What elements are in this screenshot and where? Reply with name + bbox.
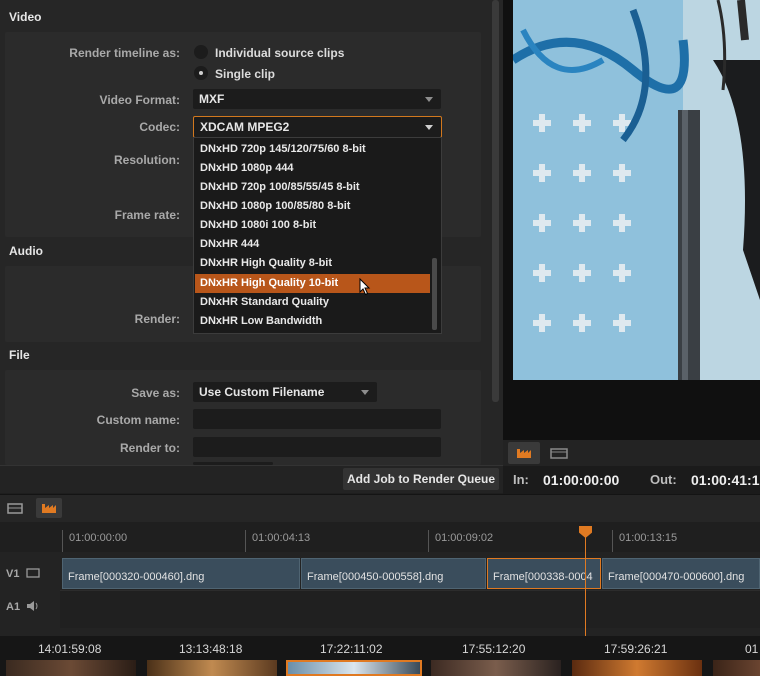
save-as-select[interactable]: Use Custom Filename: [193, 382, 377, 402]
codec-option[interactable]: DNxHR High Quality 8-bit: [195, 254, 430, 273]
clip-thumbnail[interactable]: [572, 660, 702, 676]
viewer-frame: [513, 0, 760, 380]
filmstrip-toggle[interactable]: [545, 442, 575, 464]
speaker-icon: [27, 601, 38, 611]
add-job-to-render-queue-button[interactable]: Add Job to Render Queue: [343, 468, 499, 490]
thumbnail-timecode: 17:55:12:20: [462, 642, 526, 656]
codec-label: Codec:: [139, 120, 180, 134]
timeline-clip[interactable]: Frame[000470-000600].dng: [602, 558, 760, 589]
codec-select[interactable]: XDCAM MPEG2: [193, 116, 442, 138]
video-section-header: Video: [9, 10, 42, 24]
render-to-field[interactable]: [193, 437, 441, 457]
out-timecode[interactable]: 01:00:41:1: [691, 472, 760, 488]
audio-track-label: A1: [6, 601, 21, 613]
clip-thumbnail[interactable]: [713, 660, 760, 676]
audio-track-lane[interactable]: [60, 590, 760, 628]
mouse-pointer-icon: [359, 278, 371, 296]
ruler-timecode: 01:00:09:02: [435, 532, 494, 544]
in-timecode[interactable]: 01:00:00:00: [543, 472, 619, 488]
ruler-timecode: 01:00:13:15: [619, 532, 678, 544]
render-to-label: Render to:: [120, 441, 180, 455]
clip-thumbnail[interactable]: [147, 660, 277, 676]
radio-single-clip-label[interactable]: Single clip: [215, 67, 275, 81]
factory-icon: [517, 449, 531, 458]
viewer-toolbar: [503, 440, 760, 466]
file-section-header: File: [9, 348, 30, 362]
radio-individual-clips[interactable]: [194, 45, 208, 59]
video-format-value: MXF: [199, 92, 225, 106]
codec-value: XDCAM MPEG2: [200, 120, 290, 134]
clip-view-toggle[interactable]: [6, 500, 24, 516]
panel-scrollbar[interactable]: [492, 0, 499, 402]
codec-dropdown-list[interactable]: DNxHD 720p 145/120/75/60 8-bit DNxHD 108…: [193, 137, 442, 334]
ruler-timecode: 01:00:04:13: [252, 532, 311, 544]
codec-option[interactable]: DNxHR 444: [195, 235, 430, 254]
frame-rate-label: Frame rate:: [114, 208, 180, 222]
codec-option[interactable]: DNxHD 1080p 444: [195, 159, 430, 178]
codec-option[interactable]: DNxHD 720p 100/85/55/45 8-bit: [195, 178, 430, 197]
ruler-tick: [612, 530, 613, 552]
chevron-down-icon: [361, 390, 369, 395]
film-icon: [26, 568, 40, 578]
codec-option-highlighted[interactable]: DNxHR High Quality 10-bit: [195, 274, 430, 293]
clip-thumbnail[interactable]: [6, 660, 136, 676]
ruler-tick: [245, 530, 246, 552]
save-as-label: Save as:: [131, 386, 180, 400]
timeline-clip[interactable]: Frame[000450-000558].dng: [301, 558, 486, 589]
in-out-bar: In: 01:00:00:00 Out: 01:00:41:1: [503, 466, 760, 494]
codec-option[interactable]: DNxHD 1080p 100/85/80 8-bit: [195, 197, 430, 216]
codec-option[interactable]: DNxHD 720p 145/120/75/60 8-bit: [195, 140, 430, 159]
save-as-value: Use Custom Filename: [199, 385, 325, 399]
stacked-clips-icon: [7, 503, 23, 514]
thumbnail-timecode: 17:59:26:21: [604, 642, 668, 656]
radio-single-clip[interactable]: [194, 66, 208, 80]
out-label: Out:: [650, 472, 677, 487]
render-queue-toggle[interactable]: [508, 442, 540, 464]
video-track-label: V1: [6, 568, 20, 580]
clip-thumbnail-selected[interactable]: [286, 660, 422, 676]
custom-name-label: Custom name:: [96, 413, 180, 427]
audio-render-label: Render:: [134, 312, 180, 326]
video-format-select[interactable]: MXF: [193, 89, 441, 109]
graffiti-wall-image: [513, 0, 760, 380]
ruler-tick: [428, 530, 429, 552]
chevron-down-icon: [425, 97, 433, 102]
resolution-label: Resolution:: [114, 153, 180, 167]
timeline-clip-selected[interactable]: Frame[000338-0004: [487, 558, 601, 589]
codec-option[interactable]: DNxHR Low Bandwidth: [195, 312, 430, 331]
thumbnail-timecode: 01: [745, 642, 759, 656]
ruler-tick: [62, 530, 63, 552]
clip-thumbnail[interactable]: [431, 660, 561, 676]
dropdown-scrollbar[interactable]: [432, 258, 437, 330]
chevron-down-icon: [425, 125, 433, 130]
radio-individual-clips-label[interactable]: Individual source clips: [215, 46, 344, 60]
audio-section-header: Audio: [9, 244, 43, 258]
codec-option[interactable]: DNxHD 1080i 100 8-bit: [195, 216, 430, 235]
video-format-label: Video Format:: [99, 93, 180, 107]
render-icon: [42, 504, 56, 513]
timeline-render-toggle[interactable]: [36, 498, 62, 518]
timeline-toolbar: [0, 494, 760, 522]
timeline-clip[interactable]: Frame[000320-000460].dng: [62, 558, 300, 589]
filmstrip-icon: [550, 448, 568, 459]
codec-option[interactable]: DNxHR Standard Quality: [195, 293, 430, 312]
playhead-line[interactable]: [585, 530, 586, 636]
thumbnail-timecode: 17:22:11:02: [320, 642, 383, 656]
thumbnail-timecode: 13:13:48:18: [179, 642, 243, 656]
custom-name-field[interactable]: [193, 409, 441, 429]
ruler-timecode: 01:00:00:00: [69, 532, 128, 544]
render-timeline-label: Render timeline as:: [69, 46, 180, 60]
thumbnail-timecode: 14:01:59:08: [38, 642, 102, 656]
in-label: In:: [513, 472, 529, 487]
